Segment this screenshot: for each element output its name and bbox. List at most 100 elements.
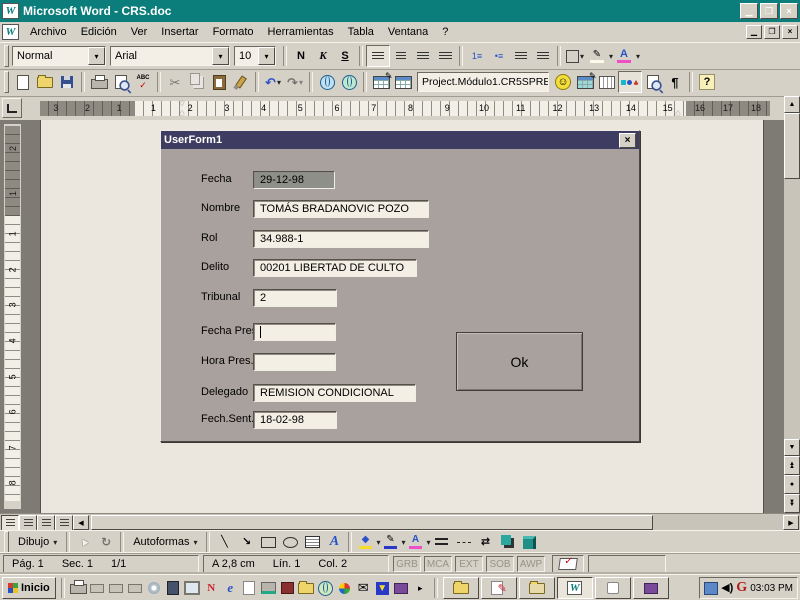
new-document-button[interactable] xyxy=(12,72,34,92)
task-button-folder[interactable] xyxy=(443,577,479,599)
mode-indicator[interactable]: MCA xyxy=(424,556,452,572)
free-rotate-button[interactable]: ↻ xyxy=(95,532,117,552)
spelling-status-panel[interactable] xyxy=(552,555,584,573)
chevron-down-icon[interactable]: ▾ xyxy=(299,78,303,87)
align-right-button[interactable] xyxy=(412,46,434,66)
clock[interactable]: 03:03 PM xyxy=(750,583,793,594)
scroll-left-button[interactable]: ◀ xyxy=(73,515,89,530)
show-hide-marks-button[interactable]: ¶ xyxy=(664,72,686,92)
volume-icon[interactable]: ◀) xyxy=(721,583,733,594)
cd-icon[interactable] xyxy=(146,580,163,596)
bold-button[interactable]: N xyxy=(290,46,312,66)
line-button[interactable]: ╲ xyxy=(213,532,235,552)
left-indent-marker[interactable]: ▲ xyxy=(178,109,186,117)
tables-borders-button[interactable]: ✎ xyxy=(370,72,392,92)
field-textbox[interactable]: REMISION CONDICIONAL xyxy=(253,384,416,402)
menu-item[interactable]: Tabla xyxy=(341,24,381,40)
copy-button[interactable] xyxy=(186,72,208,92)
field-textbox[interactable] xyxy=(253,353,336,371)
minimize-button[interactable]: ▁ xyxy=(740,3,758,19)
font-combo[interactable]: Arial ▾ xyxy=(110,46,230,66)
task-button-mail[interactable] xyxy=(519,577,555,599)
style-combo[interactable]: Normal ▾ xyxy=(12,46,106,66)
italic-button[interactable]: K xyxy=(312,46,334,66)
chevron-down-icon[interactable]: ▾ xyxy=(580,52,584,61)
oval-button[interactable] xyxy=(279,532,301,552)
menu-item[interactable]: Herramientas xyxy=(261,24,341,40)
shadow-button[interactable] xyxy=(497,532,519,552)
restore-button[interactable]: ❒ xyxy=(760,3,778,19)
select-objects-button[interactable]: ▲ xyxy=(73,532,95,552)
scrollbar-track[interactable] xyxy=(784,179,800,439)
cut-button[interactable]: ✂ xyxy=(164,72,186,92)
calculator-icon[interactable] xyxy=(165,580,182,596)
field-textbox[interactable]: 00201 LIBERTAD DE CULTO xyxy=(253,259,417,277)
dialer-icon[interactable] xyxy=(279,580,296,596)
dash-style-button[interactable] xyxy=(453,532,475,552)
chevron-down-icon[interactable]: ▾ xyxy=(212,47,229,65)
mail-icon[interactable]: ✉ xyxy=(355,580,372,596)
scroll-right-button[interactable]: ▶ xyxy=(783,515,799,530)
doc-minimize-button[interactable]: ▁ xyxy=(746,25,762,39)
monitor-icon[interactable] xyxy=(184,580,201,596)
shortcut-icon[interactable] xyxy=(127,580,144,596)
align-left-button[interactable] xyxy=(366,45,390,67)
line-style-button[interactable] xyxy=(431,532,453,552)
wordart-button[interactable]: A xyxy=(323,532,345,552)
smiley-button[interactable]: ☺ xyxy=(552,72,574,92)
rectangle-button[interactable] xyxy=(257,532,279,552)
task-button-notepad[interactable]: ✎ xyxy=(481,577,517,599)
chevron-down-icon[interactable]: ▾ xyxy=(258,47,275,65)
undo-button[interactable]: ↶▾ xyxy=(262,72,284,92)
scrollbar-thumb[interactable] xyxy=(91,515,653,530)
arrow-button[interactable]: ↘ xyxy=(235,532,257,552)
scheduler-tray-icon[interactable] xyxy=(704,582,718,595)
mode-indicator[interactable]: SOB xyxy=(486,556,514,572)
text-box-button[interactable] xyxy=(301,532,323,552)
outline-view-button[interactable] xyxy=(55,515,73,531)
start-button[interactable]: Inicio xyxy=(2,577,56,599)
dibujo-menu-button[interactable]: Dibujo▾ xyxy=(12,532,63,552)
line-color-button[interactable]: ✎ xyxy=(380,533,400,551)
borders-button[interactable]: ▾ xyxy=(564,46,586,66)
toolbar-grip[interactable] xyxy=(4,531,9,553)
document-icon[interactable]: W xyxy=(2,24,19,40)
save-button[interactable] xyxy=(56,72,78,92)
previous-page-button[interactable]: ▲▲ xyxy=(784,456,800,475)
printer-icon[interactable] xyxy=(70,580,87,596)
first-line-indent-marker[interactable]: ▼ xyxy=(178,100,186,108)
field-textbox[interactable]: 18-02-98 xyxy=(253,411,337,429)
word-app-icon[interactable]: W xyxy=(2,3,19,19)
format-painter-button[interactable] xyxy=(230,72,252,92)
font-color-button[interactable]: A xyxy=(613,46,635,66)
shortcut-icon[interactable] xyxy=(108,580,125,596)
field-textbox[interactable]: 2 xyxy=(253,289,337,307)
field-textbox[interactable] xyxy=(253,323,336,341)
close-button[interactable]: × xyxy=(780,3,798,19)
mode-indicator[interactable]: AWP xyxy=(517,556,545,572)
chevron-down-icon[interactable]: ▾ xyxy=(88,47,105,65)
drawing-button[interactable] xyxy=(618,71,642,93)
toolbar-grip[interactable] xyxy=(4,71,9,93)
columns-button[interactable] xyxy=(596,72,618,92)
userform-close-button[interactable]: × xyxy=(619,133,636,148)
menu-item[interactable]: Ventana xyxy=(381,24,435,40)
justify-button[interactable] xyxy=(434,46,456,66)
g-app-tray-icon[interactable]: G xyxy=(736,580,747,596)
browse-object-button[interactable]: ● xyxy=(784,475,800,494)
news-icon[interactable]: N xyxy=(203,580,220,596)
menu-item[interactable]: Insertar xyxy=(154,24,205,40)
numbering-button[interactable]: 1≡ xyxy=(466,46,488,66)
menu-item[interactable]: Edición xyxy=(74,24,124,40)
redo-button[interactable]: ↷▾ xyxy=(284,72,306,92)
scroll-down-button[interactable]: ▼ xyxy=(784,439,800,456)
underline-button[interactable]: S xyxy=(334,46,356,66)
3d-button[interactable] xyxy=(519,532,541,552)
bullets-button[interactable]: •≡ xyxy=(488,46,510,66)
internet-explorer-icon[interactable]: e xyxy=(222,580,239,596)
menu-item[interactable]: Ver xyxy=(124,24,155,40)
tab-alignment-selector[interactable] xyxy=(2,98,22,118)
print-button[interactable] xyxy=(88,72,110,92)
menu-item[interactable]: Formato xyxy=(206,24,261,40)
chevron-down-icon[interactable]: ▾ xyxy=(636,52,640,61)
